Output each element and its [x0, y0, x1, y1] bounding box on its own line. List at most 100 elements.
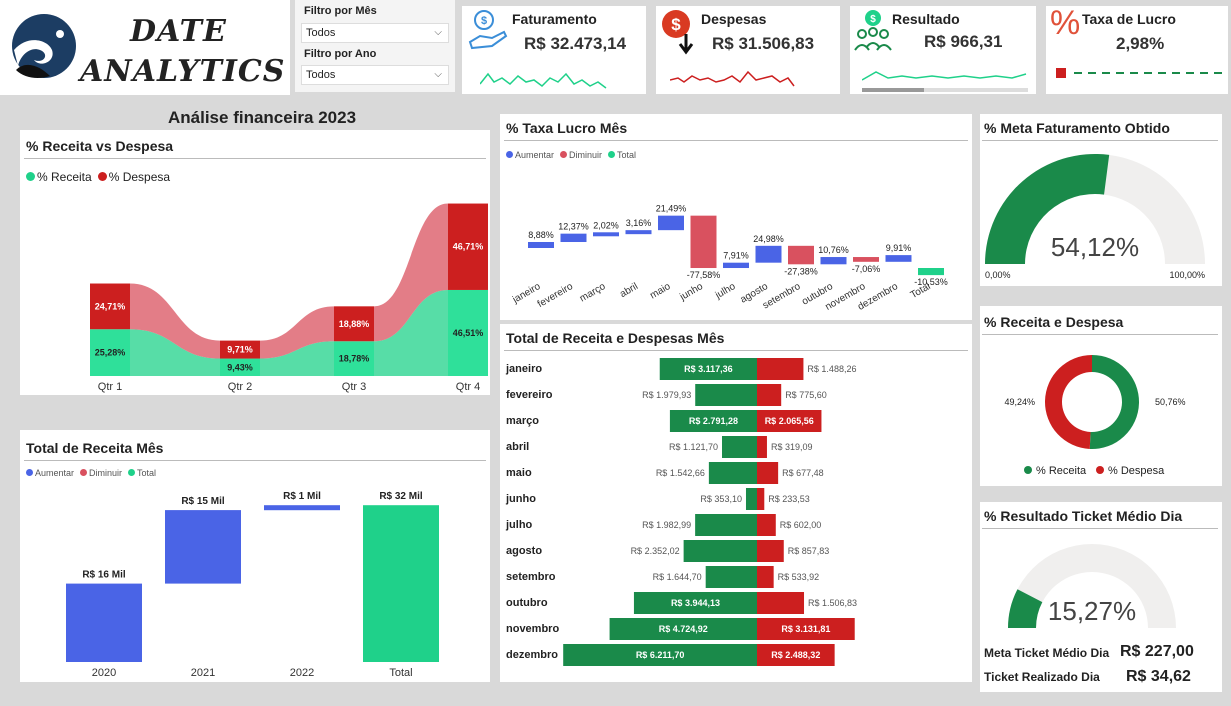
data-label: 46,51% — [453, 328, 484, 338]
data-label: R$ 1.488,26 — [807, 364, 856, 374]
ticket-medio-gauge: 15,27% — [1008, 544, 1176, 628]
year-filter-label: Filtro por Ano — [304, 48, 377, 60]
filters-panel: Filtro por Mês Todos ⌵ Filtro por Ano To… — [295, 0, 455, 92]
percent-icon: % — [1050, 4, 1081, 42]
y-tick-label: janeiro — [505, 363, 542, 375]
receita-waterfall-chart: R$ 16 Mil 2020 R$ 15 Mil 2021 R$ 1 Mil 2022 R$… — [66, 491, 439, 679]
data-label: R$ 16 Mil — [82, 570, 126, 581]
money-hand-icon: $ — [468, 10, 508, 50]
data-label: R$ 2.352,02 — [631, 546, 680, 556]
data-label: R$ 319,09 — [771, 442, 813, 452]
x-tick-label: Qtr 3 — [342, 381, 366, 393]
despesa-bar — [757, 462, 779, 484]
waterfall-bar — [918, 268, 944, 276]
despesa-bar — [757, 436, 767, 458]
y-tick-label: fevereiro — [506, 389, 553, 401]
kpi-faturamento-sparkline — [480, 72, 607, 89]
data-label: 9,91% — [886, 243, 912, 253]
brand-line-2: ANALYTICS — [80, 54, 286, 89]
chart-legend: Aumentar Diminuir Total — [506, 150, 636, 160]
receita-despesa-donut-panel: % Receita e Despesa 50,76% 49,24% % Receit… — [980, 306, 1222, 486]
x-tick-label: julho — [713, 281, 738, 302]
despesa-bar — [757, 514, 776, 536]
waterfall-bar — [560, 233, 587, 243]
y-tick-label: outubro — [506, 597, 548, 609]
waterfall-bar — [788, 245, 814, 265]
brand-line-1: DATE — [130, 14, 227, 49]
x-tick-label: junho — [677, 281, 705, 303]
receita-bar — [695, 384, 757, 406]
page-title: Análise financeira 2023 — [168, 108, 357, 127]
meta-faturamento-gauge: 54,12% 0,00% 100,00% — [985, 154, 1205, 280]
panel-title: Total de Receita Mês — [26, 440, 164, 456]
waterfall-bar — [528, 242, 554, 248]
x-tick-label: Qtr 1 — [98, 381, 122, 393]
kpi-resultado-value: R$ 966,31 — [924, 32, 1003, 51]
receita-bar — [722, 436, 757, 458]
data-label: 9,43% — [227, 362, 253, 372]
data-label: R$ 1.121,70 — [669, 442, 718, 452]
data-label: 24,98% — [753, 234, 784, 244]
data-label: R$ 32 Mil — [379, 491, 423, 502]
kpi-despesas-label: Despesas — [701, 11, 767, 27]
waterfall-bar — [625, 230, 652, 235]
legend-label: % Receita — [1036, 465, 1087, 477]
y-tick-label: maio — [506, 467, 532, 479]
panel-title: % Meta Faturamento Obtido — [984, 120, 1170, 136]
data-label: R$ 602,00 — [780, 520, 822, 530]
y-tick-label: março — [506, 415, 539, 427]
chart-legend: Aumentar Diminuir Total — [26, 468, 156, 478]
waterfall-bar — [658, 215, 684, 231]
data-label: 21,49% — [656, 204, 687, 214]
data-label: 46,71% — [453, 242, 484, 252]
ticket-realizado-value: R$ 34,62 — [1126, 668, 1191, 685]
data-label: 10,76% — [818, 245, 849, 255]
y-tick-label: junho — [505, 493, 536, 505]
despesa-bar — [757, 358, 804, 380]
month-filter-select[interactable]: Todos ⌵ — [301, 23, 449, 43]
data-label: -77,58% — [687, 270, 721, 280]
data-label: 2,02% — [593, 220, 619, 230]
waterfall-bar — [723, 262, 749, 269]
x-tick-label: maio — [648, 281, 673, 302]
meta-ticket-label: Meta Ticket Médio Dia — [984, 646, 1110, 660]
y-tick-label: novembro — [506, 623, 559, 635]
despesa-bar — [757, 488, 765, 510]
donut-slice — [1089, 355, 1140, 449]
x-tick-label: 2022 — [290, 667, 314, 679]
data-label: R$ 677,48 — [782, 468, 824, 478]
kpi-despesas-sparkline — [670, 70, 795, 87]
x-tick-label: setembro — [761, 281, 803, 312]
panel-title: Total de Receita e Despesas Mês — [506, 330, 725, 346]
waterfall-bar — [853, 257, 879, 262]
kpi-taxa-value: 2,98% — [1116, 34, 1165, 53]
kpi-taxa-label: Taxa de Lucro — [1082, 11, 1176, 27]
y-tick-label: agosto — [506, 545, 542, 557]
gauge-value: 15,27% — [1048, 596, 1136, 626]
data-label: R$ 3.944,13 — [671, 598, 720, 608]
kpi-despesas-value: R$ 31.506,83 — [712, 34, 815, 53]
data-label: R$ 2.065,56 — [765, 416, 814, 426]
data-label: 18,88% — [339, 319, 370, 329]
chevron-down-icon: ⌵ — [434, 27, 442, 38]
meta-faturamento-panel: % Meta Faturamento Obtido 54,12% 0,00% 100… — [980, 114, 1222, 286]
waterfall-bar — [690, 215, 717, 269]
x-tick-label: março — [578, 281, 608, 305]
y-tick-label: abril — [506, 441, 529, 453]
kpi-taxa-lucro: % Taxa de Lucro 2,98% — [1046, 4, 1228, 94]
year-filter-select[interactable]: Todos ⌵ — [301, 65, 449, 85]
data-label: 9,71% — [227, 345, 253, 355]
kpi-taxa-sparkline — [1056, 68, 1222, 78]
data-label: R$ 1.542,66 — [656, 468, 705, 478]
receita-bar — [705, 566, 757, 588]
receita-bar — [683, 540, 757, 562]
svg-text:$: $ — [481, 15, 487, 27]
data-label: 18,78% — [339, 354, 370, 364]
donut-slice — [1045, 355, 1092, 449]
panel-title: % Receita e Despesa — [984, 314, 1124, 330]
data-label: R$ 533,92 — [778, 572, 820, 582]
x-tick-label: 2020 — [92, 667, 116, 679]
ticket-realizado-label: Ticket Realizado Dia — [984, 670, 1100, 684]
data-label: R$ 233,53 — [768, 494, 810, 504]
data-label: -7,06% — [852, 264, 881, 274]
